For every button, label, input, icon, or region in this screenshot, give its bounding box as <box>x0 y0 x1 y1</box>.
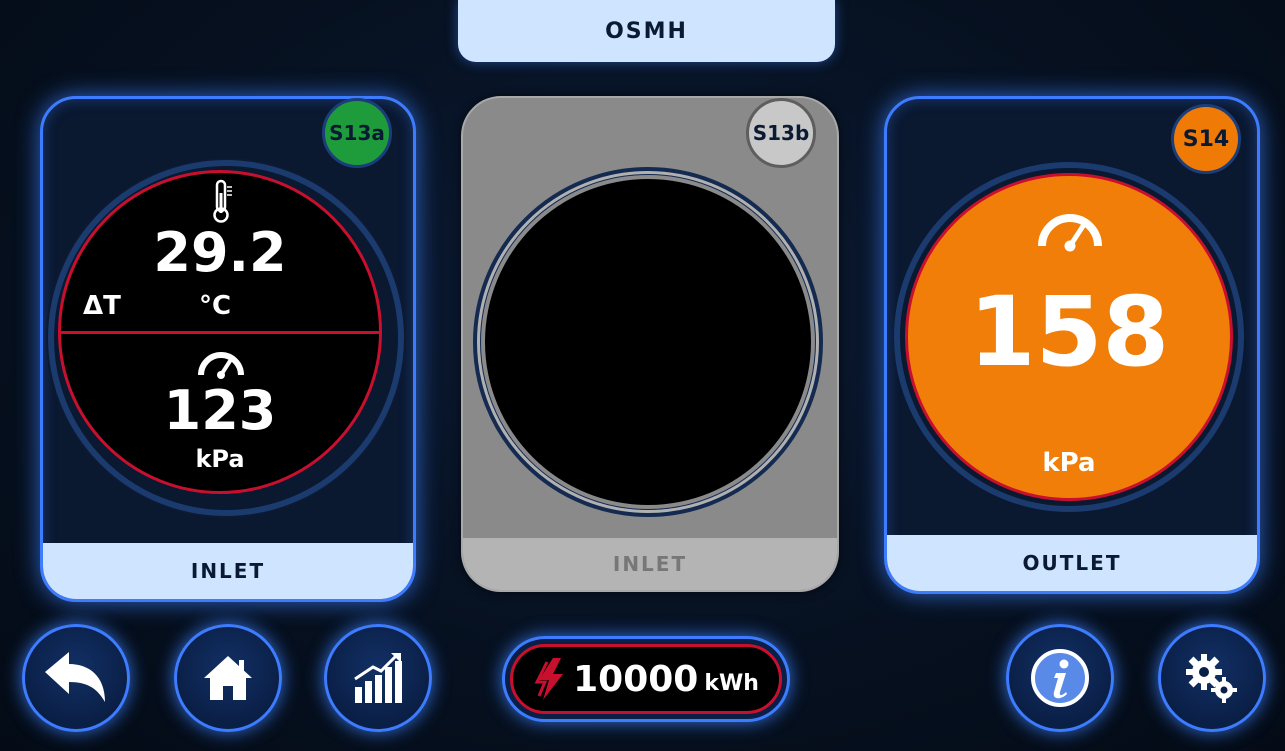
energy-value: 10000 <box>573 658 699 700</box>
gauge-s13a[interactable]: 29.2 ΔT °C 123 kPa <box>58 170 382 494</box>
gauge-icon <box>198 352 244 379</box>
energy-display[interactable]: 10000 kWh <box>502 636 790 722</box>
lightning-icon <box>534 658 564 700</box>
back-button[interactable] <box>22 624 130 732</box>
panel-label-inlet: INLET <box>43 543 413 599</box>
gauge-icon <box>1038 214 1102 252</box>
panel-label-outlet: OUTLET <box>887 535 1257 591</box>
info-button[interactable] <box>1006 624 1114 732</box>
thermometer-icon <box>213 179 232 223</box>
energy-readout: 10000 kWh <box>510 644 782 714</box>
gears-icon <box>1186 654 1237 703</box>
gauge-divider <box>61 331 379 334</box>
home-icon <box>204 656 252 700</box>
info-icon <box>1031 649 1089 707</box>
page-title: OSMH <box>458 0 835 62</box>
chart-button[interactable] <box>324 624 432 732</box>
panel-label-inlet-disabled: INLET <box>463 538 837 590</box>
settings-button[interactable] <box>1158 624 1266 732</box>
pressure-unit: kPa <box>1042 448 1096 478</box>
bar-chart-icon <box>354 653 402 703</box>
sensor-badge-s14: S14 <box>1171 104 1241 174</box>
energy-unit: kWh <box>704 670 759 696</box>
back-arrow-icon <box>45 652 105 702</box>
pressure-value: 158 <box>968 276 1170 388</box>
pressure-value: 123 <box>163 379 277 442</box>
sensor-badge-s13a: S13a <box>322 98 392 168</box>
sensor-badge-s13b: S13b <box>746 98 816 168</box>
gauge-s13b <box>485 179 811 505</box>
temperature-unit: °C <box>199 291 232 321</box>
temperature-value: 29.2 <box>153 221 287 284</box>
gauge-s14[interactable]: 158 kPa <box>905 173 1233 501</box>
home-button[interactable] <box>174 624 282 732</box>
pressure-unit: kPa <box>195 445 245 473</box>
delta-t-label: ΔT <box>83 291 121 321</box>
